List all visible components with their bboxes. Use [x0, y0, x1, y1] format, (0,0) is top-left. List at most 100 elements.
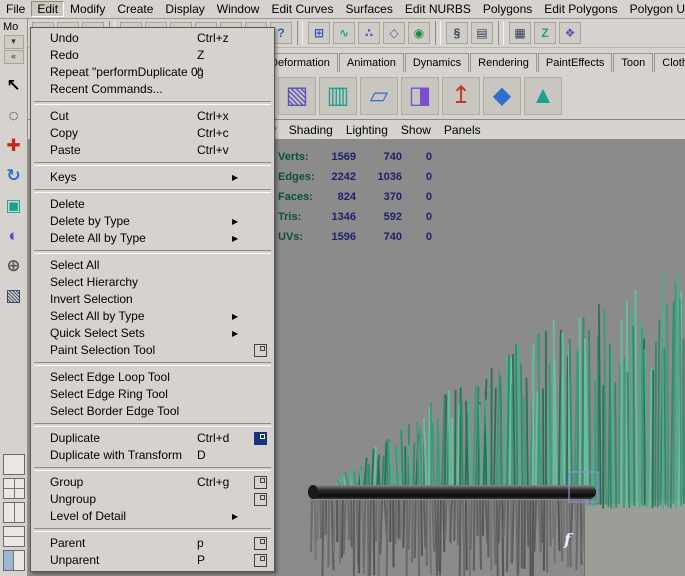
menu-item-level-of-detail[interactable]: Level of Detail ▶	[32, 508, 273, 525]
option-box-icon[interactable]	[254, 432, 267, 445]
option-box-icon[interactable]	[254, 493, 267, 506]
menu-item-ungroup[interactable]: Ungroup	[32, 491, 273, 508]
combine-icon[interactable]: ▥	[319, 76, 357, 115]
menu-polygons[interactable]: Polygons	[477, 1, 538, 17]
rotate-tool-icon[interactable]: ↻	[2, 162, 26, 188]
menu-surfaces[interactable]: Surfaces	[339, 1, 398, 17]
menu-item-cut[interactable]: Cut Ctrl+x	[32, 108, 273, 125]
layout-two-horizontal-button[interactable]	[3, 526, 25, 547]
menu-edit-polygons[interactable]: Edit Polygons	[538, 1, 623, 17]
scale-tool-icon[interactable]: ▣	[2, 192, 26, 218]
menu-item-label: Delete by Type	[50, 214, 130, 228]
menu-item-label: Duplicate with Transform	[50, 448, 183, 462]
menu-item-delete[interactable]: Delete	[32, 196, 273, 213]
menu-item-undo[interactable]: Undo Ctrl+z	[32, 30, 273, 47]
hud-value: 1036	[377, 171, 402, 183]
move-tool-icon[interactable]: ✚	[2, 132, 26, 158]
menu-item-group[interactable]: Group Ctrl+g	[32, 474, 273, 491]
menu-item-invert-selection[interactable]: Invert Selection	[32, 291, 273, 308]
menu-item-duplicate-with-transform[interactable]: Duplicate with Transform D	[32, 447, 273, 464]
menu-item-parent[interactable]: Parent p	[32, 535, 273, 552]
render-globals-icon[interactable]: ❖	[559, 21, 581, 44]
list-input-icon[interactable]: ▤	[471, 21, 493, 44]
soft-mod-tool-icon[interactable]: ◐	[2, 222, 26, 248]
shelf-tab-dynamics[interactable]: Dynamics	[404, 53, 470, 72]
lasso-tool-icon[interactable]: ◌	[2, 102, 26, 128]
menu-item-recent-commands[interactable]: Recent Commands...	[32, 81, 273, 98]
layout-four-pane-button[interactable]	[3, 478, 25, 499]
menu-edit-nurbs[interactable]: Edit NURBS	[399, 1, 477, 17]
menu-item-select-border-edge-tool[interactable]: Select Border Edge Tool	[32, 403, 273, 420]
submenu-arrow-icon: ▶	[232, 312, 239, 321]
menu-item-label: Invert Selection	[50, 292, 133, 306]
panel-menu-panels[interactable]: Panels	[444, 123, 481, 137]
menu-item-label: Redo	[50, 48, 79, 62]
menu-create[interactable]: Create	[111, 1, 159, 17]
snap-grid-icon[interactable]: ⊞	[308, 21, 330, 44]
menu-polygon-uvs[interactable]: Polygon UVs	[624, 1, 685, 17]
menu-item-repeat-performduplicate-0[interactable]: Repeat "performDuplicate 0" g	[32, 64, 273, 81]
menu-item-delete-all-by-type[interactable]: Delete All by Type ▶	[32, 230, 273, 247]
shelf-tab-cloth[interactable]: Cloth	[654, 53, 685, 72]
option-box-icon[interactable]	[254, 476, 267, 489]
bevel-icon[interactable]: ◆	[483, 76, 521, 115]
menu-item-duplicate[interactable]: Duplicate Ctrl+d	[32, 430, 273, 447]
separate-icon[interactable]: ◨	[401, 76, 439, 115]
menu-item-select-all[interactable]: Select All	[32, 257, 273, 274]
option-box-icon[interactable]	[254, 537, 267, 550]
select-tool-icon[interactable]: ↖	[2, 72, 26, 98]
shelf-cycle-button[interactable]: «	[3, 50, 24, 64]
menu-item-unparent[interactable]: Unparent P	[32, 552, 273, 569]
menu-edit[interactable]: Edit	[31, 1, 65, 17]
cylinder-rod[interactable]	[308, 485, 596, 499]
panel-menu-lighting[interactable]: Lighting	[346, 123, 388, 137]
menu-modify[interactable]: Modify	[64, 1, 111, 17]
menu-item-label: Duplicate	[50, 431, 101, 445]
shelf-tab-rendering[interactable]: Rendering	[470, 53, 537, 72]
separator	[498, 20, 504, 45]
layout-two-vertical-button[interactable]	[3, 502, 25, 523]
shelf-tab-toon[interactable]: Toon	[613, 53, 654, 72]
menu-item-paste[interactable]: Paste Ctrl+v	[32, 142, 273, 159]
option-box-icon[interactable]	[254, 554, 267, 567]
panel-menu-shading[interactable]: Shading	[289, 123, 333, 137]
menu-display[interactable]: Display	[159, 1, 210, 17]
menu-item-select-all-by-type[interactable]: Select All by Type ▶	[32, 308, 273, 325]
menu-edit-curves[interactable]: Edit Curves	[265, 1, 339, 17]
extrude-icon[interactable]: ↥	[442, 76, 480, 115]
menu-set-selector-button[interactable]: ▾	[3, 35, 24, 49]
menu-item-quick-select-sets[interactable]: Quick Select Sets ▶	[32, 325, 273, 342]
menu-item-copy[interactable]: Copy Ctrl+c	[32, 125, 273, 142]
snap-curve-icon[interactable]: ∿	[333, 21, 355, 44]
menu-item-select-edge-ring-tool[interactable]: Select Edge Ring Tool	[32, 386, 273, 403]
ipr-render-icon[interactable]: Z	[534, 21, 556, 44]
menu-file[interactable]: File	[0, 1, 31, 17]
separator	[297, 20, 303, 45]
menu-window[interactable]: Window	[211, 1, 266, 17]
last-tool-icon[interactable]: ▧	[2, 282, 26, 308]
option-box-icon[interactable]	[254, 344, 267, 357]
show-manipulator-tool-icon[interactable]: ⊕	[2, 252, 26, 278]
poly-cube-icon[interactable]: ▧	[278, 76, 316, 115]
menu-set-selector[interactable]: Mo	[0, 18, 27, 34]
construction-history-icon[interactable]: §	[446, 21, 468, 44]
wedge-icon[interactable]: ▲	[524, 76, 562, 115]
menu-item-paint-selection-tool[interactable]: Paint Selection Tool	[32, 342, 273, 359]
menu-separator	[34, 423, 271, 427]
make-live-icon[interactable]: ◉	[408, 21, 430, 44]
fur-strands[interactable]	[336, 273, 685, 509]
menu-item-select-edge-loop-tool[interactable]: Select Edge Loop Tool	[32, 369, 273, 386]
snap-view-plane-icon[interactable]: ◇	[383, 21, 405, 44]
extract-icon[interactable]: ▱	[360, 76, 398, 115]
menu-item-keys[interactable]: Keys ▶	[32, 169, 273, 186]
layout-persp-outliner-button[interactable]	[3, 550, 25, 571]
snap-point-icon[interactable]: ∴	[358, 21, 380, 44]
layout-single-pane-button[interactable]	[3, 454, 25, 475]
render-frame-icon[interactable]: ▦	[509, 21, 531, 44]
menu-item-delete-by-type[interactable]: Delete by Type ▶	[32, 213, 273, 230]
shelf-tab-animation[interactable]: Animation	[338, 53, 404, 72]
panel-menu-show[interactable]: Show	[401, 123, 431, 137]
menu-item-redo[interactable]: Redo Z	[32, 47, 273, 64]
shelf-tab-painteffects[interactable]: PaintEffects	[537, 53, 613, 72]
menu-item-select-hierarchy[interactable]: Select Hierarchy	[32, 274, 273, 291]
